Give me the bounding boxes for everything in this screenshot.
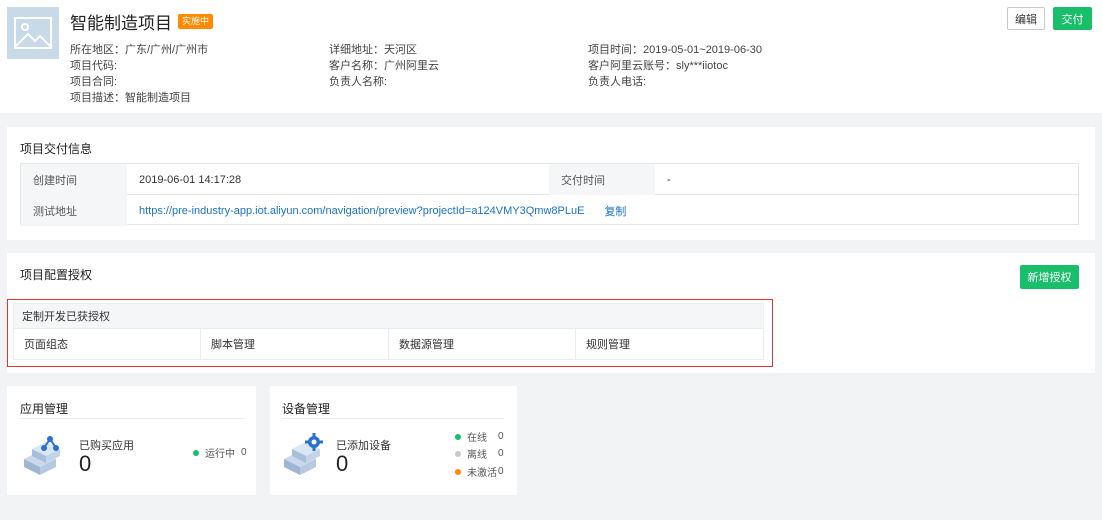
running-dot-icon bbox=[193, 449, 199, 456]
test-url-link[interactable]: https://pre-industry-app.iot.aliyun.com/… bbox=[139, 205, 584, 217]
offline-label: 离线 bbox=[467, 450, 487, 461]
inactive-dot-icon bbox=[455, 468, 461, 475]
delivery-table: 创建时间 2019-06-01 14:17:28 交付时间 - 测试地址 htt… bbox=[20, 163, 1079, 226]
online-count: 0 bbox=[498, 431, 504, 442]
running-label: 运行中 bbox=[205, 449, 235, 460]
delivery-title: 项目交付信息 bbox=[20, 142, 93, 156]
created-label: 创建时间 bbox=[21, 164, 127, 195]
project-header: 智能制造项目 实施中 所在地区：广东/广州/广州市 详细地址：天河区 项目时间：… bbox=[0, 0, 1102, 113]
auth-item: 脚本管理 bbox=[201, 329, 389, 359]
offline-count: 0 bbox=[498, 448, 504, 459]
inactive-label: 未激活 bbox=[467, 468, 497, 479]
added-devices-count: 0 bbox=[336, 451, 349, 476]
meta-region: 所在地区：广东/广州/广州市 bbox=[70, 44, 209, 56]
meta-customer-account: 客户阿里云账号：sly***iiotoc bbox=[588, 60, 728, 72]
purchased-count: 0 bbox=[79, 451, 92, 476]
project-thumbnail bbox=[7, 7, 59, 59]
auth-group-title: 定制开发已获授权 bbox=[13, 303, 764, 329]
online-dot-icon bbox=[455, 433, 461, 440]
meta-time: 项目时间：2019-05-01~2019-06-30 bbox=[588, 44, 762, 56]
running-count: 0 bbox=[241, 447, 247, 458]
project-title: 智能制造项目 实施中 bbox=[70, 9, 214, 34]
meta-code: 项目代码: bbox=[70, 60, 118, 72]
online-label: 在线 bbox=[467, 433, 487, 444]
image-placeholder-icon bbox=[14, 17, 52, 49]
inactive-stat: 未激活 0 bbox=[455, 464, 504, 479]
table-row: 测试地址 https://pre-industry-app.iot.aliyun… bbox=[21, 195, 1078, 226]
apps-title: 应用管理 bbox=[20, 402, 69, 416]
add-auth-button[interactable]: 新增授权 bbox=[1020, 265, 1079, 289]
meta-description: 项目描述：智能制造项目 bbox=[70, 92, 191, 104]
test-url-cell: https://pre-industry-app.iot.aliyun.com/… bbox=[127, 195, 1077, 226]
edit-button[interactable]: 编辑 bbox=[1007, 7, 1045, 30]
online-stat: 在线 0 bbox=[455, 429, 504, 444]
app-cube-icon bbox=[24, 436, 60, 475]
created-value: 2019-06-01 14:17:28 bbox=[139, 173, 242, 186]
delivered-label: 交付时间 bbox=[549, 164, 655, 195]
project-title-text: 智能制造项目 bbox=[70, 14, 172, 33]
deliver-button[interactable]: 交付 bbox=[1053, 7, 1092, 30]
meta-owner-name: 负责人名称: bbox=[329, 76, 388, 88]
table-row: 创建时间 2019-06-01 14:17:28 交付时间 - bbox=[21, 164, 1078, 195]
status-badge: 实施中 bbox=[178, 14, 214, 29]
copy-link[interactable]: 复制 bbox=[604, 203, 626, 219]
device-cube-icon bbox=[284, 433, 323, 475]
divider bbox=[20, 418, 244, 419]
meta-customer-name: 客户名称：广州阿里云 bbox=[329, 60, 439, 72]
delivered-value: - bbox=[667, 173, 671, 186]
meta-address: 详细地址：天河区 bbox=[329, 44, 417, 56]
divider bbox=[282, 418, 504, 419]
devices-title: 设备管理 bbox=[282, 402, 331, 416]
meta-owner-phone: 负责人电话: bbox=[588, 76, 647, 88]
offline-dot-icon bbox=[455, 450, 461, 457]
meta-contract: 项目合同: bbox=[70, 76, 118, 88]
auth-title: 项目配置授权 bbox=[20, 268, 93, 282]
offline-stat: 离线 0 bbox=[455, 446, 504, 461]
auth-items-row: 页面组态 脚本管理 数据源管理 规则管理 bbox=[13, 329, 764, 360]
auth-item: 页面组态 bbox=[14, 329, 201, 359]
running-stat: 运行中 0 bbox=[193, 445, 247, 460]
test-url-label: 测试地址 bbox=[21, 195, 127, 226]
auth-item: 数据源管理 bbox=[389, 329, 576, 359]
inactive-count: 0 bbox=[498, 466, 504, 477]
auth-item: 规则管理 bbox=[586, 339, 630, 351]
